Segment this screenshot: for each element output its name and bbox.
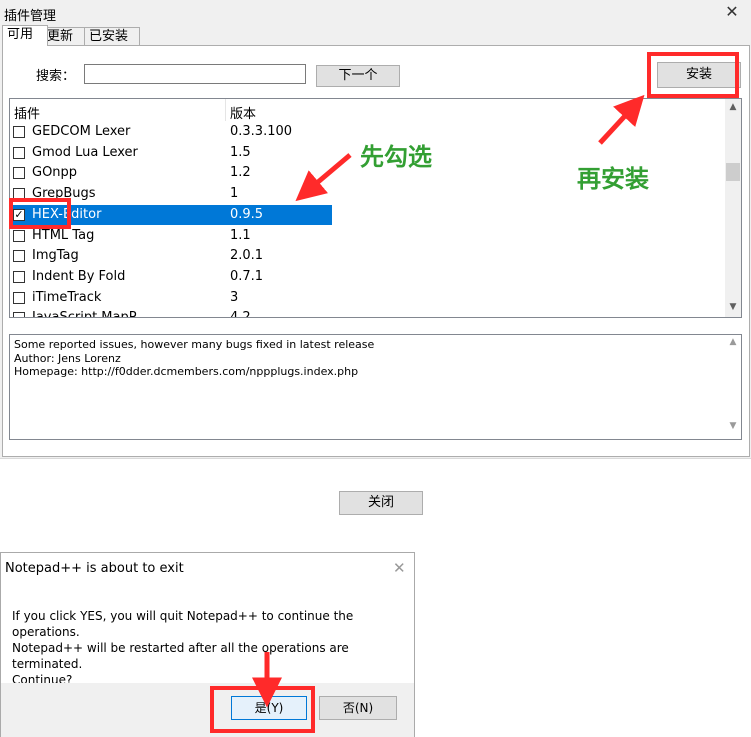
close-icon[interactable]: ✕ (393, 559, 406, 577)
column-divider[interactable] (225, 99, 226, 121)
tab-installed[interactable]: 已安装 (84, 27, 140, 46)
plugin-row[interactable]: GOnpp 1.2 (10, 163, 332, 184)
description-line: Author: Jens Lorenz (14, 351, 121, 365)
plugin-version: 0.3.3.100 (230, 124, 293, 139)
plugin-checkbox[interactable] (13, 250, 25, 263)
dialog-title: Notepad++ is about to exit (5, 561, 184, 576)
exit-dialog: Notepad++ is about to exit ✕ If you clic… (0, 552, 415, 737)
plugin-checkbox[interactable] (13, 167, 25, 180)
plugin-list[interactable]: 插件 版本 GEDCOM Lexer 0.3.3.100 Gmod Lua Lexe… (9, 98, 742, 318)
scroll-up-icon[interactable]: ▲ (725, 99, 741, 115)
description-line: Some reported issues, however many bugs … (14, 338, 375, 351)
next-button[interactable]: 下一个 (316, 65, 400, 87)
plugin-row[interactable]: GEDCOM Lexer 0.3.3.100 (10, 122, 332, 143)
plugin-version: 1.1 (230, 227, 251, 243)
plugin-checkbox[interactable] (13, 312, 25, 317)
plugin-description[interactable]: Some reported issues, however many bugs … (9, 334, 742, 440)
scroll-down-icon[interactable]: ▼ (725, 299, 741, 315)
dialog-message: If you click YES, you will quit Notepad+… (12, 609, 354, 687)
plugin-checkbox[interactable] (13, 291, 25, 304)
column-header-version[interactable]: 版本 (230, 103, 256, 122)
description-line: Homepage: http://f0dder.dcmembers.com/np… (14, 365, 359, 379)
close-icon[interactable]: ✕ (724, 4, 740, 20)
plugin-row[interactable]: Gmod Lua Lexer 1.5 (10, 143, 332, 164)
plugin-checkbox[interactable] (13, 270, 25, 283)
column-header-name[interactable]: 插件 (14, 103, 40, 122)
window-title: 插件管理 (4, 9, 57, 24)
install-highlight-box (647, 52, 739, 98)
scroll-up-icon[interactable]: ▲ (725, 337, 741, 351)
plugin-name: ImgTag (32, 248, 79, 264)
plugin-row[interactable]: ImgTag 2.0.1 (10, 246, 332, 267)
plugin-version: 0.7.1 (230, 268, 264, 284)
list-header: 插件 版本 (10, 99, 725, 122)
plugin-version: 0.9.5 (230, 206, 264, 222)
plugin-version: 4.2 (230, 310, 251, 318)
list-scrollbar[interactable]: ▲ ▼ (725, 99, 741, 317)
plugin-name: HTML Tag (32, 227, 95, 243)
plugin-row[interactable]: JavaScript MapP 4.2 (10, 308, 332, 318)
plugin-checkbox[interactable] (13, 229, 25, 242)
plugin-name: GEDCOM Lexer (32, 124, 131, 139)
plugin-row[interactable]: Indent By Fold 0.7.1 (10, 267, 332, 288)
plugin-version: 2.0.1 (230, 248, 264, 264)
scroll-down-icon[interactable]: ▼ (725, 421, 741, 435)
close-button[interactable]: 关闭 (339, 491, 423, 515)
plugin-name: JavaScript MapP (32, 310, 137, 318)
plugin-checkbox[interactable] (13, 126, 25, 138)
annotation-first-check: 先勾选 (360, 143, 432, 171)
plugin-name: iTimeTrack (32, 289, 102, 305)
tab-updates[interactable]: 更新 (42, 27, 90, 46)
hexeditor-highlight-box (9, 198, 71, 229)
plugin-version: 3 (230, 289, 239, 305)
plugin-version: 1.5 (230, 144, 251, 160)
plugin-version: 1.2 (230, 165, 251, 181)
search-label: 搜索： (36, 69, 76, 84)
plugin-name: Indent By Fold (32, 268, 126, 284)
plugin-version: 1 (230, 186, 239, 202)
plugin-manager-window: 插件管理 ✕ 可用 更新 已安装 搜索： 下一个 安装 插件 版本 GEDCOM… (0, 0, 751, 459)
description-text: Some reported issues, however many bugs … (14, 338, 374, 379)
scroll-thumb[interactable] (726, 163, 740, 181)
tab-available[interactable]: 可用 (2, 25, 48, 46)
plugin-name: Gmod Lua Lexer (32, 144, 138, 160)
plugin-row[interactable]: iTimeTrack 3 (10, 288, 332, 309)
no-button[interactable]: 否(N) (319, 696, 397, 720)
search-input[interactable] (84, 64, 306, 84)
annotation-then-install: 再安装 (577, 165, 649, 193)
description-scrollbar[interactable]: ▲ ▼ (725, 335, 741, 439)
yes-highlight-box (210, 686, 315, 733)
plugin-checkbox[interactable] (13, 146, 25, 159)
plugin-name: GOnpp (32, 165, 78, 181)
